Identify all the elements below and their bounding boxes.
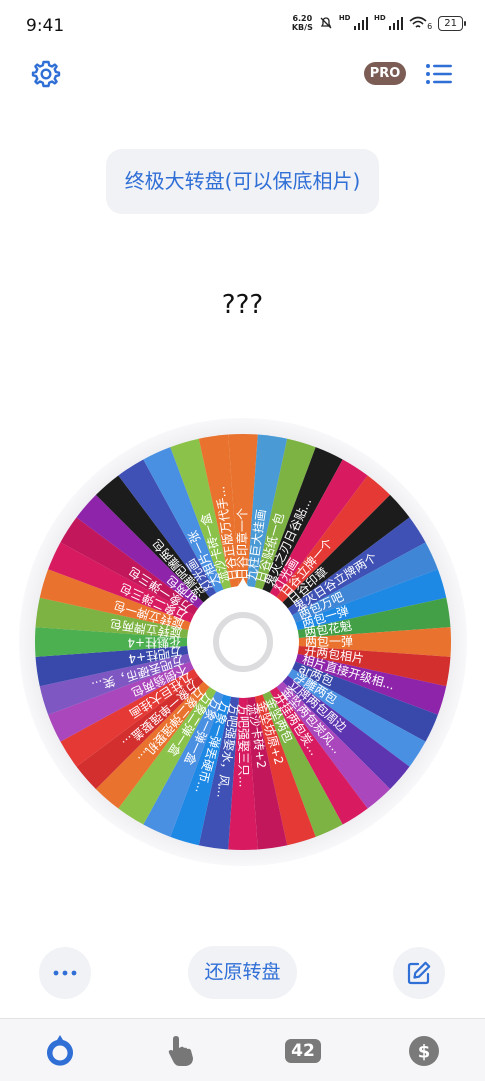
tab-dollar[interactable]: $ (404, 1031, 444, 1071)
bottom-tab-bar: 42 $ (0, 1018, 485, 1081)
dollar-icon: $ (409, 1036, 439, 1066)
pro-badge[interactable]: PRO (364, 62, 406, 85)
status-bar: 9:41 6.20 KB/S HD HD 6 21 (0, 0, 485, 52)
tab-count[interactable]: 42 (283, 1031, 323, 1071)
network-speed: 6.20 KB/S (292, 14, 313, 32)
count-badge: 42 (285, 1039, 321, 1063)
spin-result: ??? (221, 290, 264, 320)
more-button[interactable] (39, 947, 91, 999)
hub-disc (187, 586, 299, 698)
edit-icon (407, 961, 431, 985)
battery-indicator: 21 (438, 15, 466, 31)
list-icon (426, 64, 452, 84)
wifi-icon (409, 16, 427, 28)
more-dots-icon (53, 970, 77, 976)
wifi-sub-label: 6 (427, 21, 433, 31)
gear-icon (31, 60, 61, 88)
svg-text:$: $ (418, 1042, 431, 1063)
tab-tap[interactable] (162, 1031, 202, 1071)
wheel-svg[interactable]: 日谷印章一个九柱巨大挂画日谷贴纸一包鬼灭之刃日谷贴...灯光画日谷立牌一个日谷印… (18, 417, 468, 867)
status-icons: 6.20 KB/S HD HD 6 21 (292, 14, 466, 32)
signal-icon-2 (388, 16, 404, 30)
wheel-title[interactable]: 终极大转盘(可以保底相片) (106, 149, 379, 214)
hd-badge-1: HD (338, 14, 351, 22)
status-time: 9:41 (26, 16, 65, 36)
mute-bell-icon (320, 17, 332, 29)
settings-button[interactable] (31, 59, 61, 89)
hd-badge-2: HD (374, 14, 386, 22)
signal-icon-1 (353, 16, 368, 30)
wheel-tab-icon (47, 1035, 73, 1066)
network-speed-unit: KB/S (291, 23, 313, 32)
tab-wheel[interactable] (40, 1031, 80, 1071)
network-speed-value: 6.20 (292, 14, 313, 23)
spin-wheel[interactable]: 日谷印章一个 九柱巨大挂画 日谷贴纸一包 鬼灭之刃日谷贴... 灯光画 日谷立牌一个 日谷印… (18, 417, 468, 867)
hand-pointer-icon (168, 1036, 193, 1066)
list-button[interactable] (425, 62, 453, 86)
edit-button[interactable] (393, 947, 445, 999)
reset-wheel-button[interactable]: 还原转盘 (188, 946, 297, 999)
